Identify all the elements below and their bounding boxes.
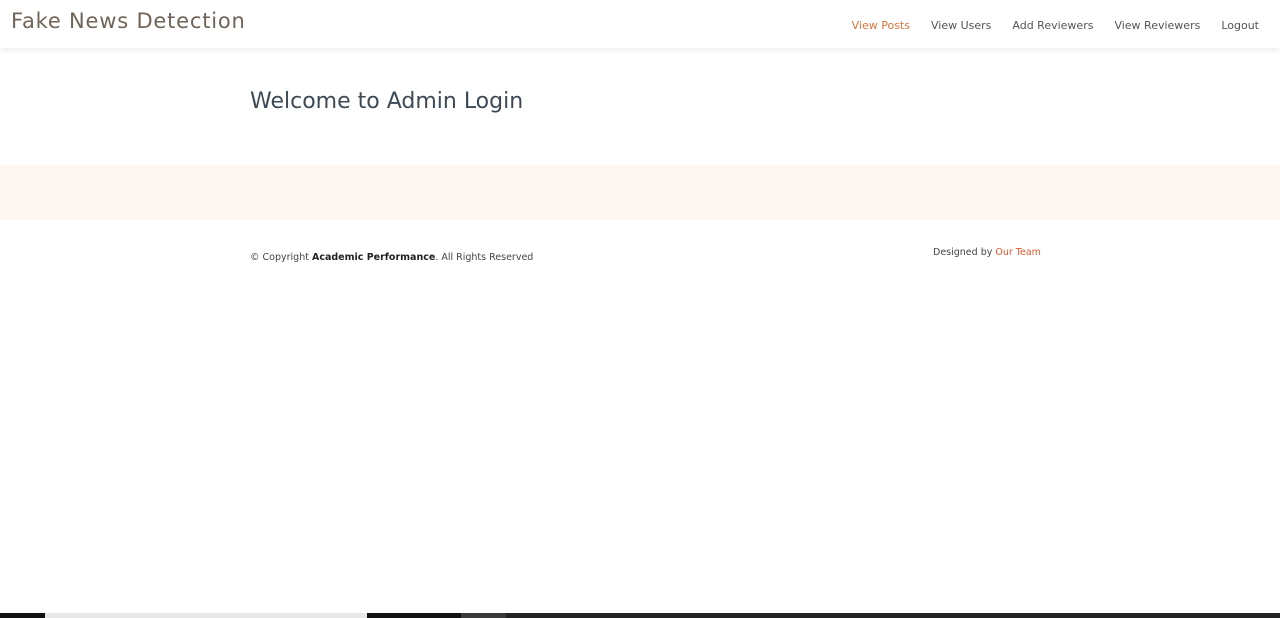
nav-menu: View Posts View Users Add Reviewers View… (852, 16, 1259, 34)
nav-link-view-posts[interactable]: View Posts (852, 19, 910, 32)
copyright-name: Academic Performance (311, 252, 436, 263)
designed-by-prefix: Designed by (933, 247, 996, 258)
taskbar-strip (0, 613, 1280, 618)
page-title: Welcome to Admin Login (250, 89, 524, 114)
copyright-suffix: . All Rights Reserved (435, 252, 534, 263)
site-header: Fake News Detection View Posts View User… (0, 0, 1280, 48)
designed-by-link[interactable]: Our Team (995, 247, 1041, 258)
nav-item-view-users: View Users (931, 16, 991, 34)
nav-item-view-reviewers: View Reviewers (1114, 16, 1200, 34)
nav-item-view-posts: View Posts (852, 16, 910, 34)
nav-item-logout: Logout (1221, 16, 1259, 34)
nav-link-view-reviewers[interactable]: View Reviewers (1114, 19, 1200, 32)
taskbar-segment (506, 613, 1280, 618)
nav-link-view-users[interactable]: View Users (931, 19, 991, 32)
taskbar-segment (461, 613, 506, 618)
copyright-text: © Copyright Academic Performance. All Ri… (250, 252, 533, 263)
copyright-prefix: © Copyright (250, 252, 312, 263)
nav-link-logout[interactable]: Logout (1221, 19, 1259, 32)
credits-text: Designed by Our Team (933, 247, 1041, 258)
site-logo-link[interactable]: Fake News Detection (11, 9, 246, 33)
taskbar-segment (45, 613, 367, 618)
nav-link-add-reviewers[interactable]: Add Reviewers (1012, 19, 1093, 32)
nav-item-add-reviewers: Add Reviewers (1012, 16, 1093, 34)
section-divider-band (0, 165, 1280, 220)
